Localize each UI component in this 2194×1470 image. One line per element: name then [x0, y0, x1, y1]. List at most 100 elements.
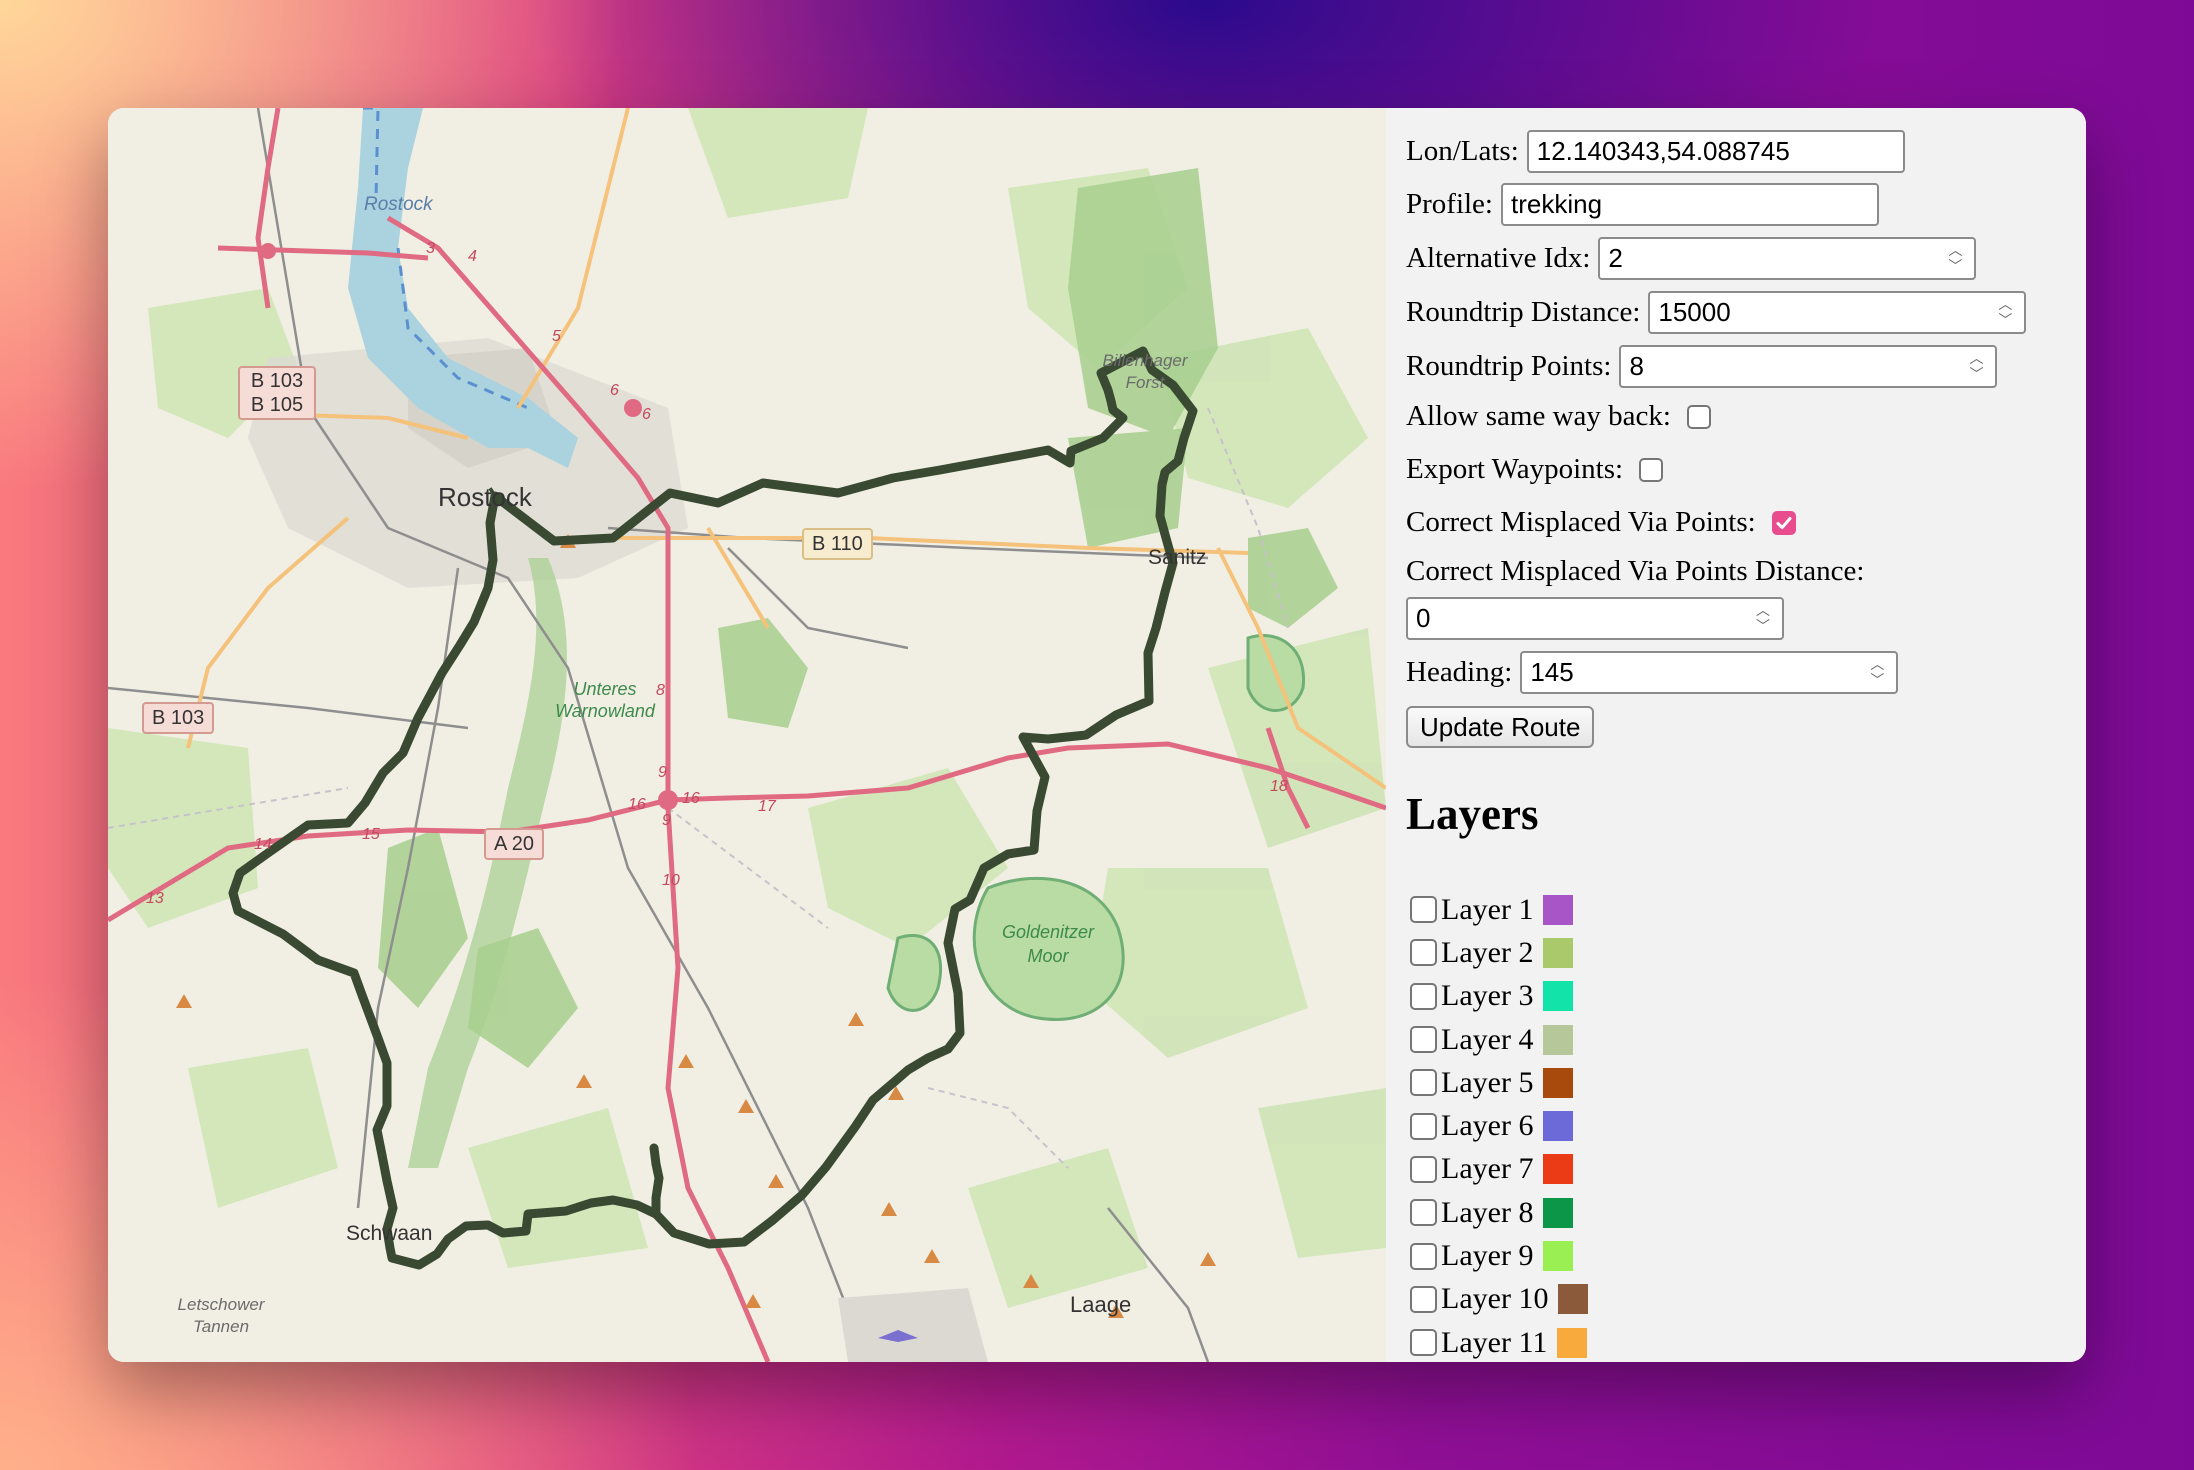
- road-badge-b110: B 110: [802, 528, 873, 560]
- correct-via-dist-label: Correct Misplaced Via Points Distance:: [1406, 555, 1865, 587]
- layer-checkbox[interactable]: [1410, 1155, 1437, 1183]
- map-label-sanitz: Sanitz: [1148, 546, 1207, 569]
- correct-via-dist-row: 0 ︿ ﹀: [1406, 597, 1784, 640]
- stepper-down-icon[interactable]: ﹀: [1998, 314, 2012, 328]
- junction-15: 15: [362, 826, 380, 843]
- layer-checkbox[interactable]: [1410, 939, 1437, 967]
- layer-item-11[interactable]: Layer 11: [1410, 1321, 1588, 1362]
- stepper-down-icon[interactable]: ﹀: [1756, 620, 1770, 634]
- rt-points-input[interactable]: 8 ︿ ﹀: [1619, 345, 1998, 388]
- stepper-up-icon[interactable]: ︿: [1948, 244, 1962, 258]
- map-label-letschower-tannen: Letschower Tannen: [177, 1295, 265, 1336]
- stepper-up-icon[interactable]: ︿: [1870, 658, 1884, 672]
- stepper-down-icon[interactable]: ﹀: [1870, 674, 1884, 688]
- layer-checkbox[interactable]: [1410, 1112, 1437, 1140]
- junction-6b: 6: [642, 406, 651, 423]
- layer-item-9[interactable]: Layer 9: [1410, 1234, 1588, 1277]
- lonlats-label: Lon/Lats:: [1406, 135, 1519, 167]
- layer-item-2[interactable]: Layer 2: [1410, 931, 1588, 974]
- layer-item-7[interactable]: Layer 7: [1410, 1148, 1588, 1191]
- map-label-rostock-water: Rostock: [364, 194, 433, 215]
- heading-stepper[interactable]: ︿ ﹀: [1868, 658, 1886, 688]
- same-way-checkbox[interactable]: [1686, 404, 1711, 429]
- heading-input[interactable]: 145 ︿ ﹀: [1520, 651, 1899, 694]
- lonlats-input[interactable]: 12.140343,54.088745: [1526, 130, 1905, 173]
- junction-17: 17: [758, 798, 776, 815]
- layer-checkbox[interactable]: [1410, 1026, 1437, 1054]
- layer-checkbox[interactable]: [1410, 1285, 1437, 1313]
- layer-label: Layer 8: [1441, 1195, 1534, 1229]
- layer-color-swatch: [1543, 981, 1574, 1012]
- map-label-rostock: Rostock: [438, 482, 532, 512]
- layer-checkbox[interactable]: [1410, 982, 1437, 1010]
- layer-label: Layer 6: [1441, 1109, 1534, 1143]
- layer-item-6[interactable]: Layer 6: [1410, 1104, 1588, 1147]
- stepper-down-icon[interactable]: ﹀: [1948, 260, 1962, 274]
- profile-label: Profile:: [1406, 188, 1493, 220]
- map-view[interactable]: Rostock Rostock Sanitz Schwaan Laage Unt…: [108, 108, 1386, 1362]
- heading-row: Heading: 145 ︿ ﹀: [1406, 651, 1899, 694]
- correct-via-dist-label-row: Correct Misplaced Via Points Distance:: [1406, 555, 1872, 588]
- layer-item-3[interactable]: Layer 3: [1410, 975, 1588, 1018]
- junction-6a: 6: [610, 382, 619, 399]
- map-label-goldenitzer-moor: Goldenitzer Moor: [1001, 922, 1095, 966]
- junction-4: 4: [468, 248, 477, 265]
- correct-via-checkbox[interactable]: [1771, 510, 1796, 535]
- lonlats-row: Lon/Lats: 12.140343,54.088745: [1406, 130, 1905, 173]
- layer-label: Layer 1: [1441, 892, 1534, 926]
- layer-checkbox[interactable]: [1410, 1199, 1437, 1227]
- alt-idx-input[interactable]: 2 ︿ ﹀: [1598, 237, 1977, 280]
- layer-color-swatch: [1557, 1327, 1588, 1358]
- alt-idx-stepper[interactable]: ︿ ﹀: [1946, 244, 1964, 274]
- layer-checkbox[interactable]: [1410, 1242, 1437, 1270]
- rt-points-stepper[interactable]: ︿ ﹀: [1967, 352, 1985, 382]
- rt-distance-input[interactable]: 15000 ︿ ﹀: [1648, 291, 2027, 334]
- export-waypoints-checkbox[interactable]: [1639, 457, 1664, 482]
- app-window: Rostock Rostock Sanitz Schwaan Laage Unt…: [108, 108, 2086, 1362]
- layers-heading: Layers: [1406, 789, 1539, 839]
- alt-idx-row: Alternative Idx: 2 ︿ ﹀: [1406, 237, 1977, 280]
- heading-label: Heading:: [1406, 656, 1513, 688]
- alt-idx-value: 2: [1608, 243, 1623, 273]
- junction-18: 18: [1270, 778, 1288, 795]
- export-wp-row: Export Waypoints:: [1406, 453, 1664, 486]
- correct-via-dist-input[interactable]: 0 ︿ ﹀: [1406, 597, 1784, 640]
- stepper-down-icon[interactable]: ﹀: [1969, 368, 1983, 382]
- layer-checkbox[interactable]: [1410, 1069, 1437, 1097]
- update-route-button[interactable]: Update Route: [1406, 706, 1595, 748]
- route-settings-panel: Lon/Lats: 12.140343,54.088745 Profile: t…: [1386, 108, 2086, 1362]
- correct-via-dist-stepper[interactable]: ︿ ﹀: [1754, 604, 1772, 634]
- export-wp-label: Export Waypoints:: [1406, 453, 1624, 485]
- profile-input[interactable]: trekking: [1501, 183, 1879, 226]
- profile-row: Profile: trekking: [1406, 183, 1879, 226]
- layer-color-swatch: [1543, 1241, 1574, 1272]
- layer-checkbox[interactable]: [1410, 896, 1437, 924]
- stepper-up-icon[interactable]: ︿: [1756, 604, 1770, 618]
- layer-color-swatch: [1543, 894, 1574, 925]
- layer-item-8[interactable]: Layer 8: [1410, 1191, 1588, 1234]
- layer-item-1[interactable]: Layer 1: [1410, 888, 1588, 931]
- checkmark-icon: [1776, 516, 1792, 529]
- layer-item-10[interactable]: Layer 10: [1410, 1278, 1589, 1321]
- layer-item-5[interactable]: Layer 5: [1410, 1061, 1588, 1104]
- stepper-up-icon[interactable]: ︿: [1998, 298, 2012, 312]
- rt-points-value: 8: [1629, 351, 1644, 381]
- junction-16b: 16: [682, 790, 700, 807]
- heading-value: 145: [1530, 657, 1574, 687]
- rt-distance-stepper[interactable]: ︿ ﹀: [1996, 298, 2014, 328]
- layer-color-swatch: [1543, 1154, 1574, 1185]
- layer-color-swatch: [1543, 937, 1574, 968]
- junction-3: 3: [426, 240, 435, 257]
- layer-checkbox[interactable]: [1410, 1329, 1437, 1357]
- layer-color-swatch: [1543, 1067, 1574, 1098]
- layer-color-swatch: [1558, 1284, 1589, 1315]
- correct-via-dist-value: 0: [1416, 603, 1431, 633]
- rt-distance-label: Roundtrip Distance:: [1406, 296, 1641, 328]
- rt-distance-row: Roundtrip Distance: 15000 ︿ ﹀: [1406, 291, 2027, 334]
- road-badge-b103: B 103: [142, 702, 215, 734]
- layer-item-4[interactable]: Layer 4: [1410, 1018, 1588, 1061]
- stepper-up-icon[interactable]: ︿: [1969, 352, 1983, 366]
- same-way-row: Allow same way back:: [1406, 400, 1711, 433]
- map-canvas[interactable]: [108, 108, 1386, 1362]
- junction-10: 10: [662, 872, 680, 889]
